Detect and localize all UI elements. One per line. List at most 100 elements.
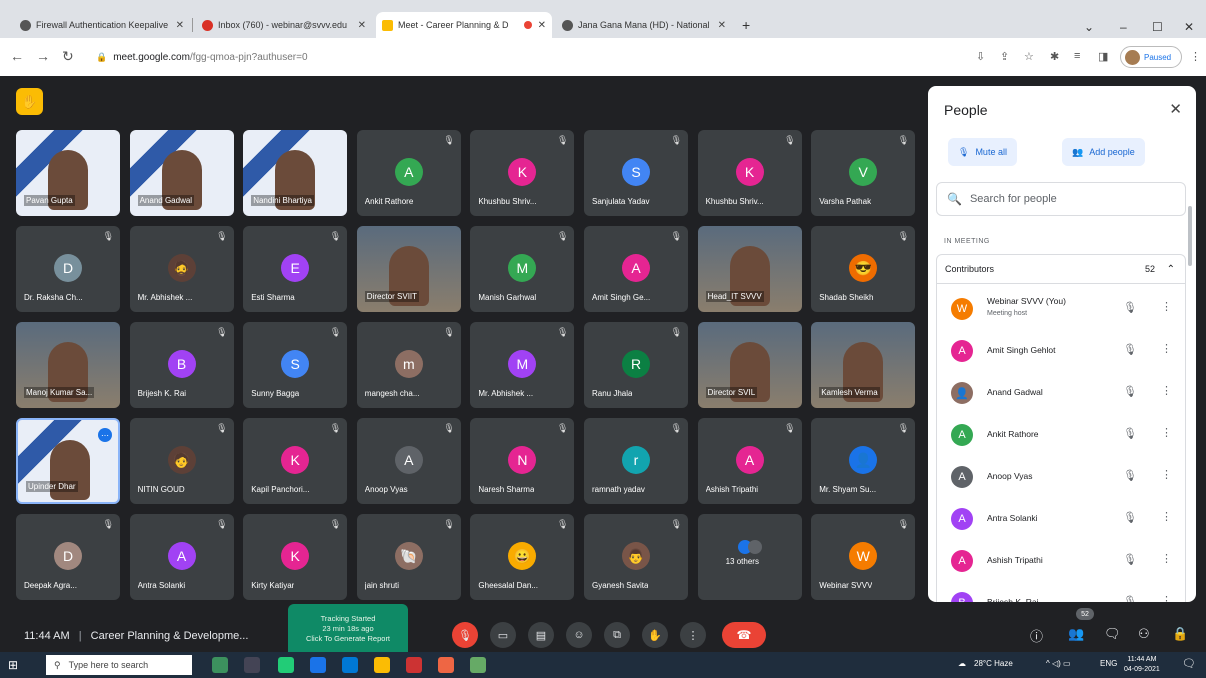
emoji-icon[interactable]: ☺ [566,622,592,648]
tab-inbox[interactable]: Inbox (760) - webinar@svvv.edu ✕ [196,13,372,37]
participant-tile[interactable]: 🎙 A Anoop Vyas [356,418,461,504]
participant-tile[interactable]: Director SVIIT [356,226,461,312]
list-item[interactable]: A Anoop Vyas 🎙 ⋮ [937,456,1185,498]
participant-tile[interactable]: Director SVIL [697,322,802,408]
profile-button[interactable]: Paused [1120,46,1182,68]
more-options-icon[interactable]: ⋮ [1161,384,1172,397]
participant-tile[interactable]: Manoj Kumar Sa... [16,322,120,408]
list-item[interactable]: B Brijesh K. Rai 🎙 ⋮ [937,582,1185,602]
list-item[interactable]: 👤 Anand Gadwal 🎙 ⋮ [937,372,1185,414]
participant-tile[interactable]: ⋯ Upinder Dhar [16,418,120,504]
outlook-icon[interactable] [342,657,358,673]
participant-tile[interactable]: 🎙 K Kapil Panchori... [243,418,348,504]
participant-tile[interactable]: 🎙 😎 Shadab Sheikh [811,226,916,312]
participant-tile[interactable]: 🎙 🧔 Mr. Abhishek ... [129,226,234,312]
edge-icon[interactable] [278,657,294,673]
participant-tile[interactable]: Pavan Gupta [16,130,120,216]
participant-tile[interactable]: 🎙 K Kirty Katiyar [243,514,348,600]
participant-tile[interactable]: 🎙 V Varsha Pathak [811,130,916,216]
mic-off-icon[interactable]: 🎙 [1123,427,1137,440]
tab-firewall[interactable]: Firewall Authentication Keepalive ✕ [14,13,190,37]
mic-off-icon[interactable]: 🎙 [1123,553,1137,566]
participant-tile[interactable]: 🎙 m mangesh cha... [356,322,461,408]
camera-icon[interactable]: ▭ [490,622,516,648]
app-icon[interactable] [470,657,486,673]
address-bar[interactable]: 🔒 meet.google.com /fgg-qmoa-pjn?authuser… [86,46,966,68]
taskbar-clock[interactable]: 11:44 AM 04-09-2021 [1124,655,1160,675]
maximize-icon[interactable]: ☐ [1152,20,1163,34]
participant-tile[interactable]: 🎙 K Khushbu Shriv... [470,130,575,216]
weather-icon[interactable]: ☁ [958,659,966,668]
info-icon[interactable]: ⓘ [1030,626,1043,645]
notification-icon[interactable]: 🗨 [1182,657,1196,670]
participant-tile[interactable]: 🎙 S Sanjulata Yadav [584,130,688,216]
participant-tile[interactable]: 🎙 r ramnath yadav [584,418,688,504]
participant-tile[interactable]: Nandini Bhartiya [243,130,348,216]
more-options-icon[interactable]: ⋮ [680,622,706,648]
activities-icon[interactable]: ⚇ [1138,626,1150,642]
minimize-icon[interactable]: – [1120,20,1127,34]
mic-off-icon[interactable]: 🎙 [1123,301,1137,314]
participant-tile[interactable]: 🎙 B Brijesh K. Rai [129,322,234,408]
tracking-popup[interactable]: Tracking Started 23 min 18s ago Click To… [288,604,408,656]
participant-tile[interactable]: 🎙 R Ranu Jhala [584,322,688,408]
close-icon[interactable]: ✕ [176,20,184,31]
menu-icon[interactable]: ⋮ [1190,50,1201,63]
more-options-icon[interactable]: ⋯ [98,428,112,442]
chevron-up-icon[interactable]: ⌃ [1167,264,1175,275]
participant-tile[interactable]: 🎙 S Sunny Bagga [243,322,348,408]
weather-text[interactable]: 28°C Haze [974,659,1013,668]
participant-tile[interactable]: Kamlesh Verma [811,322,916,408]
participant-tile[interactable]: 🎙 M Mr. Abhishek ... [470,322,575,408]
list-item[interactable]: A Ankit Rathore 🎙 ⋮ [937,414,1185,456]
participant-tile[interactable]: Head_IT SVVV [697,226,802,312]
close-icon[interactable]: ✕ [538,20,546,31]
new-tab-button[interactable]: + [736,13,758,37]
mic-off-icon[interactable]: 🎙 [1123,385,1137,398]
chrome-icon[interactable] [374,657,390,673]
close-icon[interactable]: ✕ [1169,100,1182,118]
close-icon[interactable]: ✕ [358,20,366,31]
more-options-icon[interactable]: ⋮ [1161,594,1172,602]
reload-icon[interactable]: ↻ [62,48,74,65]
present-icon[interactable]: ⧉ [604,622,630,648]
more-options-icon[interactable]: ⋮ [1161,552,1172,565]
participant-tile[interactable]: 🎙 😀 Gheesalal Dan... [470,514,575,600]
sidebar-icon[interactable]: ◨ [1098,50,1108,63]
raise-hand-icon[interactable]: ✋ [642,622,668,648]
app-icon[interactable] [212,657,228,673]
participant-tile[interactable]: 🎙 🧑 NITIN GOUD [129,418,234,504]
participant-tile[interactable]: 13 others [697,514,802,600]
windows-start-icon[interactable]: ⊞ [8,658,18,672]
mic-off-icon[interactable]: 🎙 [1123,595,1137,602]
app-icon[interactable] [438,657,454,673]
tab-jana-gana-mana[interactable]: Jana Gana Mana (HD) - National ✕ [556,13,732,37]
search-input[interactable]: 🔍 Search for people [936,182,1186,216]
mic-off-icon[interactable]: 🎙 [1123,343,1137,356]
window-close-icon[interactable]: ✕ [1184,20,1194,34]
media-icon[interactable]: ≡ [1074,50,1080,62]
participant-tile[interactable]: 🎙 W Webinar SVVV [811,514,916,600]
leave-call-button[interactable]: ☎ [722,622,766,648]
participant-tile[interactable]: 🎙 A Ankit Rathore [356,130,461,216]
close-icon[interactable]: ✕ [718,20,726,31]
mic-off-icon[interactable]: 🎙 [1123,469,1137,482]
language-indicator[interactable]: ENG [1100,659,1117,668]
generate-report-link[interactable]: Click To Generate Report [288,634,408,644]
more-options-icon[interactable]: ⋮ [1161,300,1172,313]
participant-tile[interactable]: 🎙 M Manish Garhwal [470,226,575,312]
back-icon[interactable]: ← [10,48,24,64]
hand-raised-icon[interactable]: ✋ [16,88,43,115]
participant-tile[interactable]: 🎙 👤 Mr. Shyam Su... [811,418,916,504]
list-item[interactable]: A Amit Singh Gehlot 🎙 ⋮ [937,330,1185,372]
contributors-header[interactable]: Contributors 52 ⌃ [936,254,1186,284]
mute-all-button[interactable]: 🎙 Mute all [948,138,1017,166]
participant-tile[interactable]: 🎙 E Esti Sharma [243,226,348,312]
mic-off-icon[interactable]: 🎙 [1123,511,1137,524]
tab-search-icon[interactable]: ⌄ [1084,20,1094,34]
participant-tile[interactable]: 🎙 K Khushbu Shriv... [697,130,802,216]
participant-tile[interactable]: 🎙 A Ashish Tripathi [697,418,802,504]
captions-icon[interactable]: ▤ [528,622,554,648]
more-options-icon[interactable]: ⋮ [1161,426,1172,439]
add-people-button[interactable]: 👥 Add people [1062,138,1145,166]
